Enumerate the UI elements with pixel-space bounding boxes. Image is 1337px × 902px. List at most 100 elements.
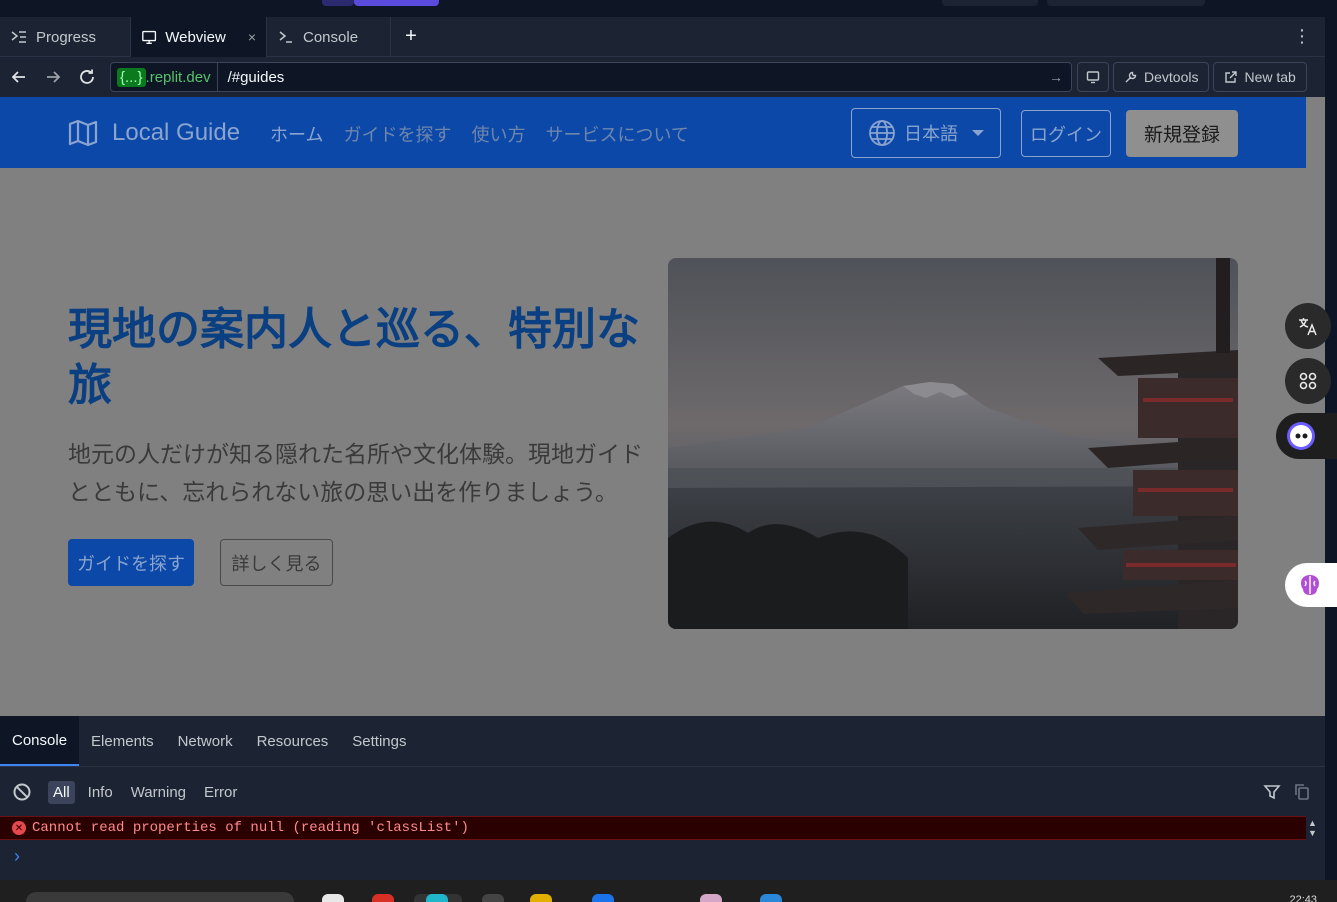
more-options-icon[interactable]: ⋮	[1293, 27, 1311, 45]
reload-button[interactable]	[70, 60, 104, 94]
devtools-tab-resources[interactable]: Resources	[245, 716, 341, 766]
command-icon	[1299, 372, 1317, 390]
devtools-tab-elements[interactable]: Elements	[79, 716, 166, 766]
top-pill-active[interactable]	[354, 0, 439, 6]
find-guides-button[interactable]: ガイドを探す	[68, 539, 194, 586]
new-tab-button[interactable]: New tab	[1213, 62, 1307, 92]
go-arrow-icon[interactable]: →	[1049, 69, 1071, 85]
taskbar-app-icon[interactable]	[482, 894, 504, 902]
globe-icon	[869, 120, 895, 146]
add-tab-button[interactable]: +	[391, 17, 431, 56]
wrench-icon	[1125, 71, 1137, 83]
translate-fab[interactable]	[1285, 303, 1331, 349]
signup-button[interactable]: 新規登録	[1126, 110, 1238, 157]
nav-link-find-guides[interactable]: ガイドを探す	[343, 121, 451, 147]
level-warning[interactable]: Warning	[126, 781, 191, 804]
back-button[interactable]	[2, 60, 36, 94]
tab-webview[interactable]: Webview ×	[131, 17, 267, 57]
webview-frame: Local Guide ホーム ガイドを探す 使い方 サービスについて 日本語 …	[0, 97, 1325, 716]
devtools-tab-network[interactable]: Network	[166, 716, 245, 766]
close-icon[interactable]: ×	[248, 29, 256, 45]
devtools-button[interactable]: Devtools	[1113, 62, 1210, 92]
tab-console[interactable]: Console	[267, 17, 391, 57]
taskbar-app-icon[interactable]	[592, 894, 614, 902]
url-input[interactable]: {...} .replit.dev /#guides →	[110, 62, 1072, 92]
pane-tab-bar: Progress Webview × Console + ⋮	[0, 17, 1325, 57]
console-prompt-icon[interactable]: ›	[14, 846, 20, 867]
reload-icon	[80, 69, 94, 84]
progress-icon	[11, 31, 26, 43]
chevron-down-icon	[972, 130, 984, 136]
os-taskbar: 22:43	[0, 880, 1337, 902]
taskbar-clock: 22:43	[1289, 894, 1317, 902]
top-strip	[0, 0, 1337, 17]
apps-fab[interactable]	[1285, 358, 1331, 404]
screen: Progress Webview × Console + ⋮ {...} .re…	[0, 0, 1337, 902]
site-nav-links: ホーム ガイドを探す 使い方 サービスについて	[270, 121, 689, 147]
screen-icon	[1086, 71, 1100, 84]
new-tab-label: New tab	[1244, 69, 1296, 85]
console-actions	[1263, 783, 1311, 801]
copy-icon[interactable]	[1293, 783, 1311, 801]
hero-title: 現地の案内人と巡る、特別な旅	[68, 305, 640, 410]
arrow-left-icon	[11, 71, 25, 83]
clear-console-icon[interactable]	[12, 782, 32, 802]
level-all[interactable]: All	[48, 780, 75, 804]
arrow-right-icon	[47, 71, 61, 83]
site-brand[interactable]: Local Guide	[68, 119, 240, 147]
devtools-tabs: Console Elements Network Resources Setti…	[0, 716, 1325, 767]
devtools-tab-console[interactable]: Console	[0, 716, 80, 766]
taskbar-app-icon[interactable]	[530, 894, 552, 902]
site-navbar: Local Guide ホーム ガイドを探す 使い方 サービスについて 日本語 …	[0, 97, 1306, 168]
url-path[interactable]: /#guides	[218, 69, 1049, 86]
error-icon: ✕	[12, 821, 26, 835]
console-scrollbar[interactable]: ▲ ▼	[1308, 818, 1317, 838]
taskbar-app-icon[interactable]	[700, 894, 722, 902]
brain-extension-fab[interactable]	[1285, 563, 1337, 607]
filter-icon[interactable]	[1263, 783, 1281, 801]
top-pill[interactable]	[1047, 0, 1205, 6]
login-button[interactable]: ログイン	[1021, 110, 1111, 157]
tab-progress[interactable]: Progress	[0, 17, 131, 57]
taskbar-search[interactable]	[26, 892, 294, 902]
taskbar-app-icon[interactable]	[372, 894, 394, 902]
error-message: Cannot read properties of null (reading …	[32, 820, 469, 836]
language-select[interactable]: 日本語	[851, 108, 1001, 158]
monitor-icon	[142, 30, 157, 44]
hero-subtitle: 地元の人だけが知る隠れた名所や文化体験。現地ガイドとともに、忘れられない旅の思い…	[68, 441, 643, 505]
nav-link-about[interactable]: サービスについて	[545, 121, 688, 147]
devtools-tab-settings[interactable]: Settings	[340, 716, 418, 766]
level-error[interactable]: Error	[199, 781, 242, 804]
devtools-label: Devtools	[1144, 69, 1199, 85]
top-pill	[322, 0, 354, 6]
repl-badge: {...}	[117, 67, 146, 87]
domain-host: .replit.dev	[145, 68, 211, 86]
nav-link-how-to-use[interactable]: 使い方	[471, 121, 525, 147]
devtools-panel: Console Elements Network Resources Setti…	[0, 716, 1325, 880]
taskbar-app-icon[interactable]	[426, 894, 448, 902]
assistant-fab[interactable]	[1276, 413, 1337, 459]
forward-button[interactable]	[36, 60, 70, 94]
brain-icon	[1301, 575, 1319, 595]
nav-link-home[interactable]: ホーム	[270, 121, 323, 147]
language-label: 日本語	[904, 124, 958, 144]
brand-name: Local Guide	[112, 119, 241, 146]
tab-label: Progress	[36, 28, 97, 46]
console-error-row[interactable]: ✕ Cannot read properties of null (readin…	[0, 816, 1306, 840]
terminal-icon	[279, 31, 292, 43]
device-toggle-button[interactable]	[1077, 62, 1109, 92]
domain-chip[interactable]: {...} .replit.dev	[111, 63, 218, 91]
learn-more-button[interactable]: 詳しく見る	[220, 539, 333, 586]
tab-label: Console	[303, 28, 359, 46]
webview-url-bar: {...} .replit.dev /#guides → Devtools Ne…	[0, 57, 1325, 97]
translate-icon	[1299, 318, 1317, 336]
url-actions: Devtools New tab	[1077, 62, 1307, 92]
taskbar-app-icon[interactable]	[760, 894, 782, 902]
external-link-icon	[1225, 71, 1238, 83]
taskbar-app-icon[interactable]	[322, 894, 344, 902]
console-filter-bar: All Info Warning Error	[0, 767, 1325, 817]
level-info[interactable]: Info	[83, 781, 118, 804]
top-pill[interactable]	[942, 0, 1038, 6]
map-icon	[68, 119, 98, 147]
tab-label: Webview	[165, 28, 226, 46]
